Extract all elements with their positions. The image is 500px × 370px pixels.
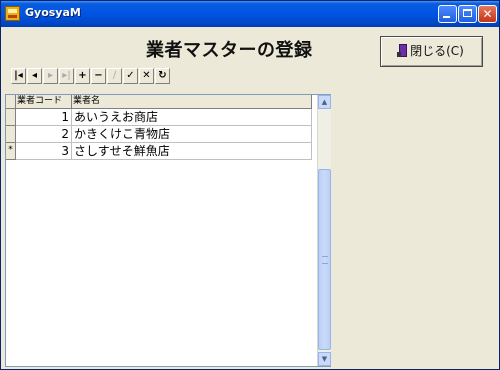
next-record-button[interactable]: ▸ (43, 68, 58, 84)
door-exit-icon (397, 44, 408, 57)
minimize-icon (443, 16, 450, 18)
grid-header: 業者コード 業者名 (6, 95, 312, 109)
maximize-icon (463, 9, 472, 17)
scrollbar-thumb[interactable] (318, 169, 331, 350)
page-title: 業者マスターの登録 (146, 40, 313, 61)
code-cell[interactable]: 1 (16, 109, 72, 126)
data-grid[interactable]: 業者コード 業者名 1 あいうえお商店 2 かきくけこ青物店 * 3 さしすせそ… (5, 94, 331, 367)
grid-body: 1 あいうえお商店 2 かきくけこ青物店 * 3 さしすせそ鮮魚店 (6, 109, 312, 160)
grip-icon (322, 256, 328, 264)
delete-record-button[interactable]: − (91, 68, 106, 84)
application-window: GyosyaM ✕ 業者マスターの登録 閉じる(C) |◂ ◂ ▸ ▸| + −… (0, 0, 500, 370)
column-header-name[interactable]: 業者名 (72, 95, 312, 109)
cancel-record-button[interactable]: ✕ (139, 68, 154, 84)
post-record-button[interactable]: ✓ (123, 68, 138, 84)
indicator-header (6, 95, 16, 109)
table-row[interactable]: * 3 さしすせそ鮮魚店 (6, 143, 312, 160)
prior-record-icon: ◂ (31, 70, 38, 81)
close-form-button-label: 閉じる(C) (410, 44, 464, 58)
column-header-code[interactable]: 業者コード (16, 95, 72, 109)
minimize-button[interactable] (438, 5, 457, 23)
first-record-button[interactable]: |◂ (11, 68, 26, 84)
edit-icon: ∕ (112, 70, 117, 81)
close-icon: ✕ (482, 7, 493, 21)
refresh-button[interactable]: ↻ (155, 68, 170, 84)
chevron-down-icon: ▼ (321, 355, 328, 363)
plus-icon: + (78, 70, 87, 81)
edit-record-button[interactable]: ∕ (107, 68, 122, 84)
row-indicator[interactable] (6, 126, 16, 143)
minus-icon: − (94, 70, 103, 81)
next-record-icon: ▸ (47, 70, 54, 81)
close-form-button[interactable]: 閉じる(C) (380, 36, 483, 67)
vertical-scrollbar[interactable]: ▲ ▼ (317, 95, 331, 366)
close-window-button[interactable]: ✕ (478, 5, 497, 23)
chevron-up-icon: ▲ (321, 98, 328, 106)
first-record-icon: |◂ (14, 70, 23, 81)
window-title: GyosyaM (25, 6, 81, 19)
insert-record-button[interactable]: + (75, 68, 90, 84)
name-cell[interactable]: さしすせそ鮮魚店 (72, 143, 312, 160)
name-cell[interactable]: かきくけこ青物店 (72, 126, 312, 143)
table-row[interactable]: 1 あいうえお商店 (6, 109, 312, 126)
scroll-up-button[interactable]: ▲ (318, 95, 331, 109)
scroll-down-button[interactable]: ▼ (318, 352, 331, 366)
row-indicator[interactable]: * (6, 143, 16, 160)
refresh-icon: ↻ (158, 70, 167, 81)
code-cell[interactable]: 2 (16, 126, 72, 143)
last-record-button[interactable]: ▸| (59, 68, 74, 84)
maximize-button[interactable] (458, 5, 477, 23)
table-row[interactable]: 2 かきくけこ青物店 (6, 126, 312, 143)
last-record-icon: ▸| (62, 70, 71, 81)
checkmark-icon: ✓ (126, 70, 135, 81)
row-indicator[interactable] (6, 109, 16, 126)
code-cell[interactable]: 3 (16, 143, 72, 160)
app-icon[interactable] (5, 6, 20, 21)
title-bar[interactable]: GyosyaM ✕ (1, 1, 499, 27)
cross-icon: ✕ (142, 70, 151, 81)
prior-record-button[interactable]: ◂ (27, 68, 42, 84)
record-navigator: |◂ ◂ ▸ ▸| + − ∕ ✓ ✕ ↻ (11, 68, 171, 84)
name-cell[interactable]: あいうえお商店 (72, 109, 312, 126)
